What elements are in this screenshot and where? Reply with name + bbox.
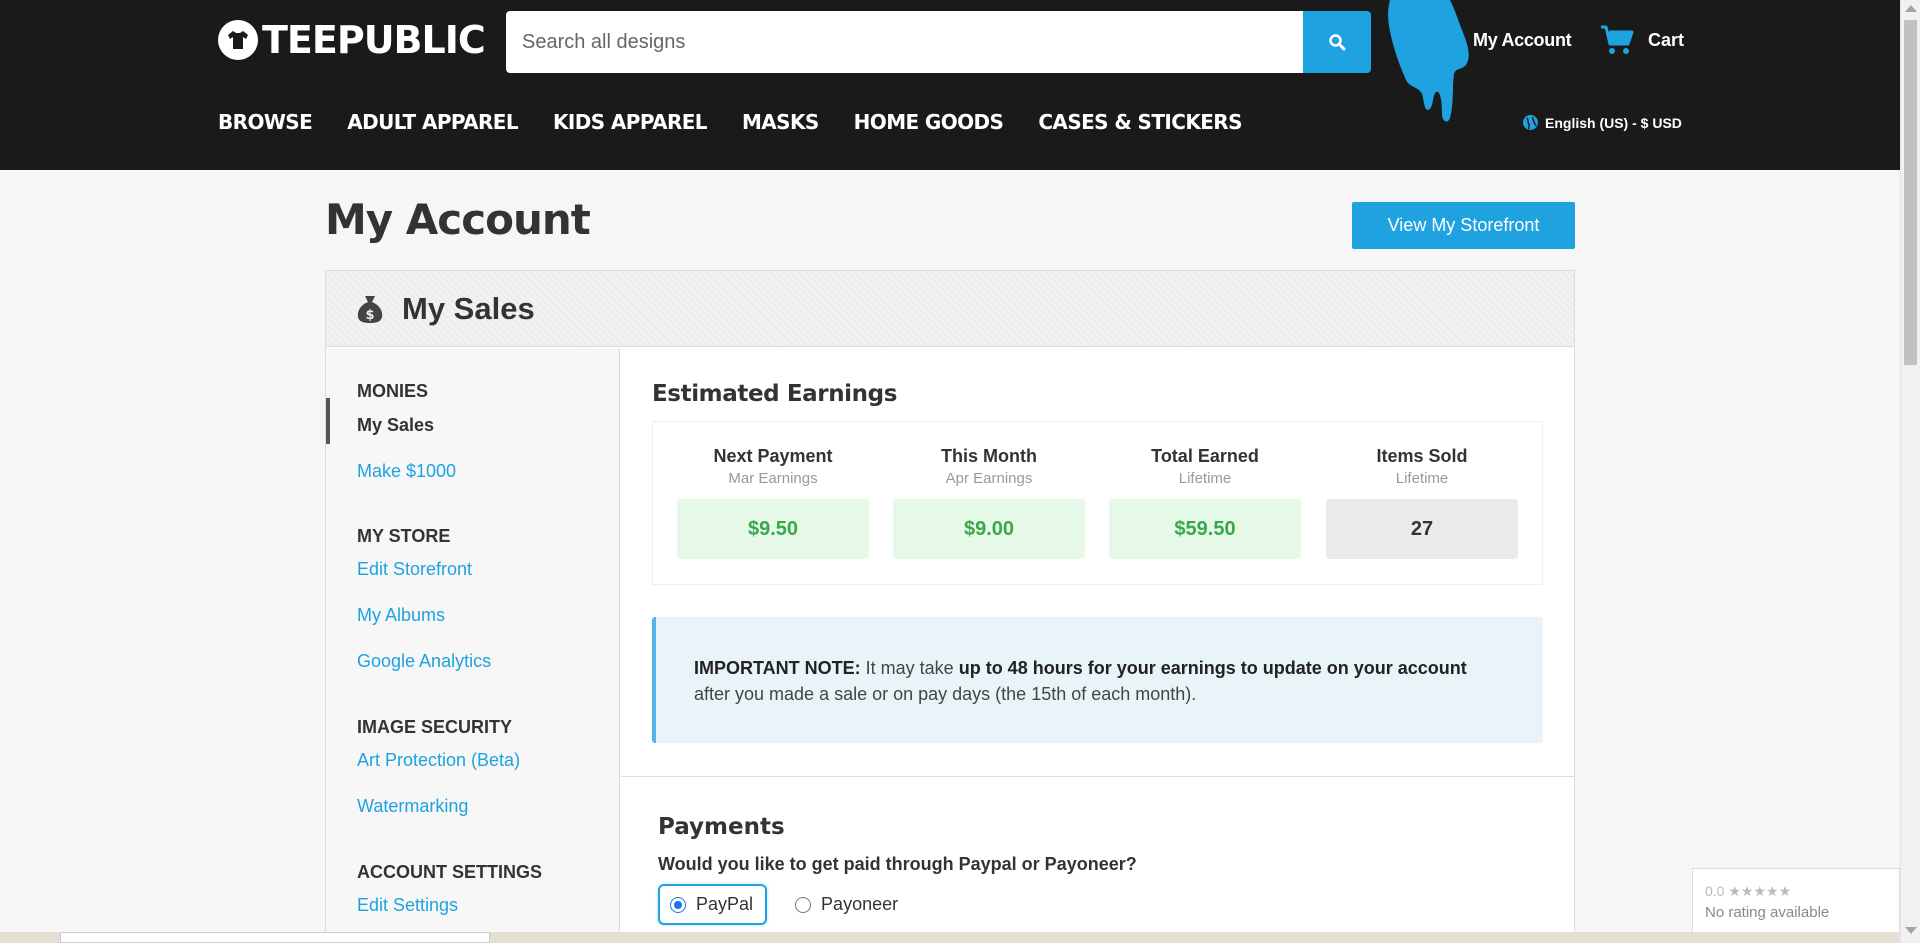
payments-question: Would you like to get paid through Paypa… bbox=[658, 854, 1137, 874]
stat-next-payment: Next Payment Mar Earnings $9.50 bbox=[677, 446, 869, 559]
cart-link[interactable]: Cart bbox=[1600, 24, 1684, 56]
page-title: My Account bbox=[325, 195, 591, 244]
search-icon bbox=[1329, 34, 1346, 51]
locale-selector[interactable]: English (US) - $ USD bbox=[1522, 114, 1682, 131]
sidebar-item-edit-storefront[interactable]: Edit Storefront bbox=[357, 559, 472, 580]
money-bag-icon: $ bbox=[357, 295, 383, 323]
radio-paypal[interactable]: PayPal bbox=[658, 884, 768, 925]
stat-value: $59.50 bbox=[1109, 499, 1301, 559]
radio-payoneer[interactable]: Payoneer bbox=[795, 894, 898, 915]
stat-label: This Month bbox=[941, 446, 1037, 466]
search-bar bbox=[506, 11, 1371, 73]
stat-label: Total Earned bbox=[1151, 446, 1259, 466]
nav-browse[interactable]: BROWSE bbox=[218, 110, 313, 134]
payments-title: Payments bbox=[658, 814, 785, 840]
nav-cases-stickers[interactable]: CASES & STICKERS bbox=[1038, 110, 1242, 134]
note-bold: up to 48 hours for your earnings to upda… bbox=[958, 658, 1467, 678]
radio-label: Payoneer bbox=[821, 894, 899, 914]
stat-value: 27 bbox=[1326, 499, 1518, 559]
rating-score: 0.0 bbox=[1705, 883, 1725, 899]
sidebar-heading-my-store: MY STORE bbox=[357, 526, 451, 546]
important-note: IMPORTANT NOTE: It may take up to 48 hou… bbox=[652, 617, 1543, 743]
stat-total-earned: Total Earned Lifetime $59.50 bbox=[1109, 446, 1301, 559]
sidebar-item-my-albums[interactable]: My Albums bbox=[357, 605, 445, 626]
locale-label: English (US) - $ USD bbox=[1545, 114, 1682, 131]
radio-button[interactable] bbox=[795, 896, 812, 913]
nav-masks[interactable]: MASKS bbox=[742, 110, 819, 134]
sidebar-item-make-1000[interactable]: Make $1000 bbox=[357, 461, 456, 482]
nav-home-goods[interactable]: HOME GOODS bbox=[854, 110, 1004, 134]
sidebar-heading-image-security: IMAGE SECURITY bbox=[357, 717, 513, 737]
sidebar-item-art-protection[interactable]: Art Protection (Beta) bbox=[357, 750, 520, 771]
rating-widget[interactable]: 0.0 ★★★★★ No rating available bbox=[1692, 868, 1900, 934]
radio-label: PayPal bbox=[696, 894, 754, 914]
stat-value: $9.50 bbox=[677, 499, 869, 559]
stat-sublabel: Apr Earnings bbox=[945, 470, 1033, 487]
estimated-earnings-title: Estimated Earnings bbox=[652, 381, 897, 407]
stat-sublabel: Lifetime bbox=[1178, 470, 1232, 487]
nav-adult-apparel[interactable]: ADULT APPAREL bbox=[347, 110, 518, 134]
my-account-link[interactable]: My Account bbox=[1473, 30, 1572, 51]
stat-this-month: This Month Apr Earnings $9.00 bbox=[893, 446, 1085, 559]
earnings-stats: Next Payment Mar Earnings $9.50 This Mon… bbox=[652, 421, 1543, 585]
search-button[interactable] bbox=[1303, 11, 1371, 73]
panel-title: My Sales bbox=[402, 290, 535, 326]
panel-header: $ My Sales bbox=[326, 271, 1574, 347]
stat-sublabel: Mar Earnings bbox=[728, 470, 818, 487]
account-panel: $ My Sales MONIES My Sales Make $1000 MY… bbox=[325, 270, 1575, 943]
logo-text: TEEPUBLIC bbox=[262, 18, 486, 62]
rating-stars: 0.0 ★★★★★ bbox=[1705, 883, 1899, 900]
radio-button[interactable] bbox=[670, 896, 686, 913]
nav-kids-apparel[interactable]: KIDS APPAREL bbox=[553, 110, 708, 134]
account-sidebar: MONIES My Sales Make $1000 MY STORE Edit… bbox=[326, 348, 620, 943]
sidebar-item-edit-settings[interactable]: Edit Settings bbox=[357, 895, 458, 916]
main-nav: BROWSE ADULT APPAREL KIDS APPAREL MASKS … bbox=[218, 110, 1277, 134]
stat-label: Items Sold bbox=[1376, 446, 1468, 466]
note-text-1: It may take bbox=[860, 658, 959, 678]
stat-label: Next Payment bbox=[713, 446, 833, 466]
scroll-thumb[interactable] bbox=[1904, 20, 1917, 365]
note-text-2: after you made a sale or on pay days (th… bbox=[694, 684, 1197, 704]
tshirt-logo-icon bbox=[218, 20, 258, 60]
sidebar-item-watermarking[interactable]: Watermarking bbox=[357, 796, 468, 817]
scroll-down-arrow-icon[interactable] bbox=[1905, 927, 1917, 934]
payment-method-radio-group: PayPal Payoneer bbox=[658, 884, 898, 925]
sidebar-heading-account-settings: ACCOUNT SETTINGS bbox=[357, 862, 543, 882]
page-scrollbar[interactable] bbox=[1900, 0, 1920, 943]
section-divider bbox=[621, 776, 1575, 777]
active-indicator bbox=[326, 398, 330, 444]
paint-splash-icon bbox=[1388, 0, 1469, 122]
view-storefront-button[interactable]: View My Storefront bbox=[1352, 202, 1575, 249]
taskbar-box bbox=[60, 932, 490, 943]
stat-sublabel: Lifetime bbox=[1395, 470, 1449, 487]
globe-icon bbox=[1523, 115, 1538, 130]
svg-text:$: $ bbox=[365, 308, 374, 323]
teepublic-logo[interactable]: TEEPUBLIC bbox=[218, 18, 486, 62]
cart-icon bbox=[1601, 25, 1634, 54]
rating-text: No rating available bbox=[1705, 904, 1830, 921]
sidebar-item-my-sales[interactable]: My Sales bbox=[357, 415, 434, 436]
sidebar-heading-monies: MONIES bbox=[357, 381, 429, 401]
site-header: TEEPUBLIC My Account Cart BROWSE ADULT A… bbox=[0, 0, 1920, 170]
note-lead: IMPORTANT NOTE: bbox=[694, 658, 861, 678]
sidebar-item-google-analytics[interactable]: Google Analytics bbox=[357, 651, 491, 672]
star-icons: ★★★★★ bbox=[1728, 883, 1792, 899]
search-input[interactable] bbox=[506, 11, 1303, 73]
scroll-up-arrow-icon[interactable] bbox=[1905, 5, 1917, 12]
stat-items-sold: Items Sold Lifetime 27 bbox=[1326, 446, 1518, 559]
stat-value: $9.00 bbox=[893, 499, 1085, 559]
cart-label: Cart bbox=[1648, 29, 1685, 50]
